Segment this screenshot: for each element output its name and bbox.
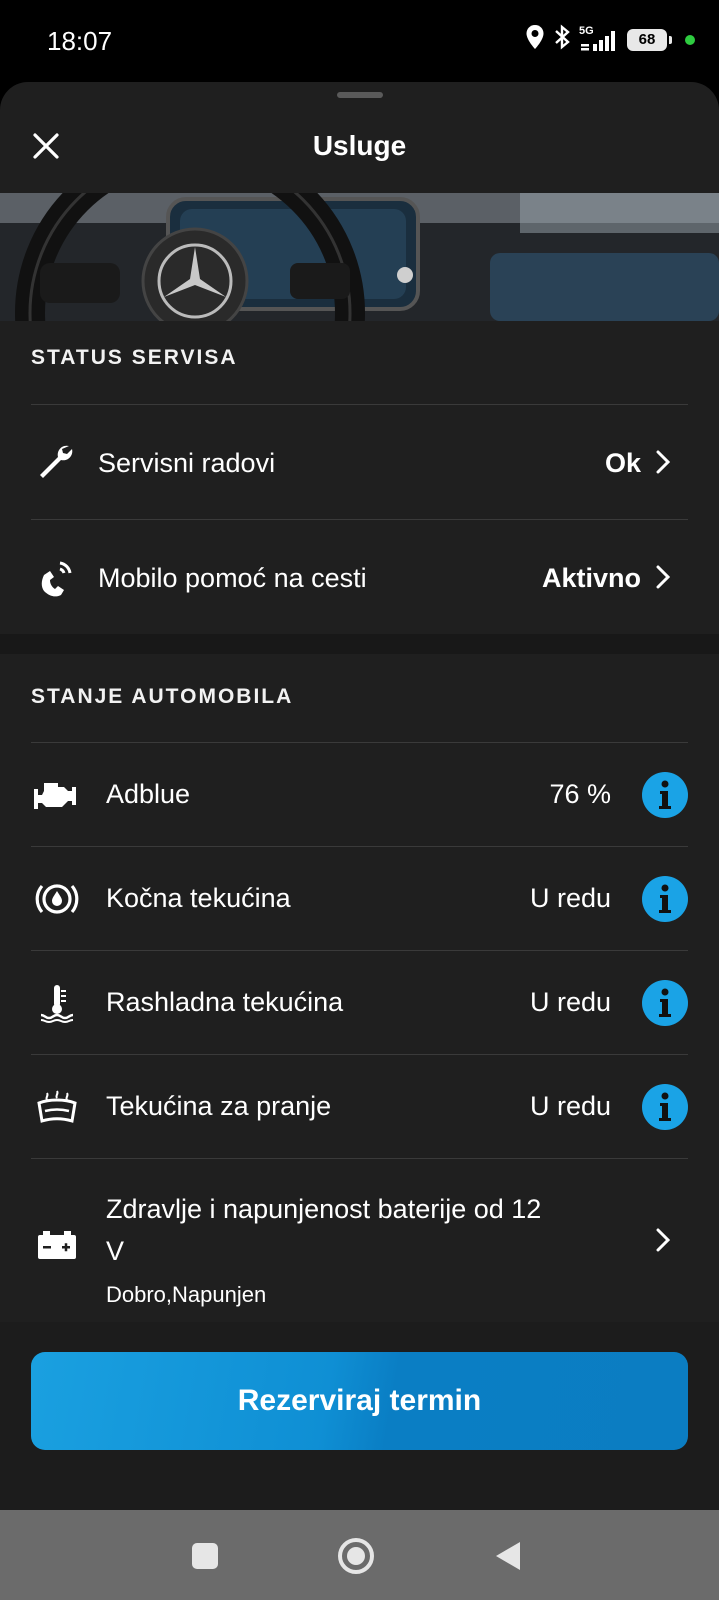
service-works-row[interactable]: Servisni radovi Ok	[0, 405, 719, 519]
back-icon	[496, 1542, 520, 1570]
coolant-icon	[33, 981, 81, 1025]
location-icon	[525, 24, 545, 55]
book-appointment-button[interactable]: Rezerviraj termin	[31, 1352, 688, 1450]
info-button[interactable]	[642, 1084, 688, 1130]
battery-icon	[33, 1223, 81, 1267]
chevron-right-icon	[652, 562, 674, 592]
services-sheet: Usluge STATUS SERVISA Servisni radovi Ok	[0, 82, 719, 1510]
adblue-row: Adblue 76 %	[0, 743, 719, 847]
info-button[interactable]	[642, 772, 688, 818]
status-time: 18:07	[47, 26, 113, 56]
hero-image	[0, 193, 719, 321]
coolant-row: Rashladna tekućina U redu	[0, 951, 719, 1055]
bottom-action-area: Rezerviraj termin	[0, 1322, 719, 1510]
recents-button[interactable]	[183, 1534, 227, 1578]
battery-status: Dobro,Napunjen	[106, 1282, 267, 1307]
chevron-right-icon	[652, 1225, 674, 1255]
phone-assist-icon	[34, 555, 78, 599]
section-title-vehicle-status: STANJE AUTOMOBILA	[31, 685, 294, 708]
battery-label-line1: Zdravlje i napunjenost baterije od 12	[106, 1194, 542, 1224]
battery-label-line2: V	[106, 1236, 125, 1266]
info-icon	[659, 780, 671, 809]
row-label: Kočna tekućina	[106, 883, 291, 913]
info-icon	[659, 988, 671, 1017]
row-value: Aktivno	[541, 563, 641, 593]
washer-fluid-row: Tekućina za pranje U redu	[0, 1055, 719, 1159]
system-nav-bar	[0, 1510, 719, 1600]
row-value: 76 %	[549, 779, 611, 809]
home-icon	[338, 1538, 374, 1574]
section-title-service-status: STATUS SERVISA	[31, 346, 238, 369]
row-value: Ok	[604, 448, 641, 478]
chevron-right-icon	[652, 447, 674, 477]
status-bar: 18:07 5G 68	[0, 0, 719, 82]
battery-indicator: 68	[627, 28, 672, 51]
info-icon	[659, 1092, 671, 1121]
info-button[interactable]	[642, 980, 688, 1026]
privacy-dot	[685, 34, 695, 45]
info-icon	[659, 884, 671, 913]
status-icons: 5G 68	[525, 24, 695, 55]
recents-icon	[192, 1543, 218, 1569]
row-value: U redu	[529, 1091, 611, 1121]
row-label: Servisni radovi	[98, 448, 276, 478]
row-value: U redu	[529, 987, 611, 1017]
row-label: Tekućina za pranje	[106, 1091, 332, 1121]
brake-fluid-row: Kočna tekućina U redu	[0, 847, 719, 951]
info-button[interactable]	[642, 876, 688, 922]
sheet-handle[interactable]	[337, 92, 383, 98]
engine-icon	[33, 773, 81, 817]
row-value: U redu	[529, 883, 611, 913]
row-label: Rashladna tekućina	[106, 987, 344, 1017]
battery-health-row[interactable]: Zdravlje i napunjenost baterije od 12 V …	[0, 1159, 719, 1319]
back-button[interactable]	[486, 1534, 530, 1578]
wrench-icon	[34, 440, 78, 484]
home-button[interactable]	[334, 1534, 378, 1578]
signal-icon: 5G	[579, 24, 619, 53]
bluetooth-icon	[553, 24, 571, 55]
row-label: Adblue	[106, 779, 191, 809]
washer-fluid-icon	[33, 1085, 81, 1129]
network-type: 5G	[579, 24, 594, 37]
section-separator	[0, 634, 719, 654]
roadside-assistance-row[interactable]: Mobilo pomoć na cesti Aktivno	[0, 520, 719, 634]
page-title: Usluge	[312, 130, 407, 161]
brake-fluid-icon	[33, 877, 81, 921]
row-label: Mobilo pomoć na cesti	[98, 563, 367, 593]
